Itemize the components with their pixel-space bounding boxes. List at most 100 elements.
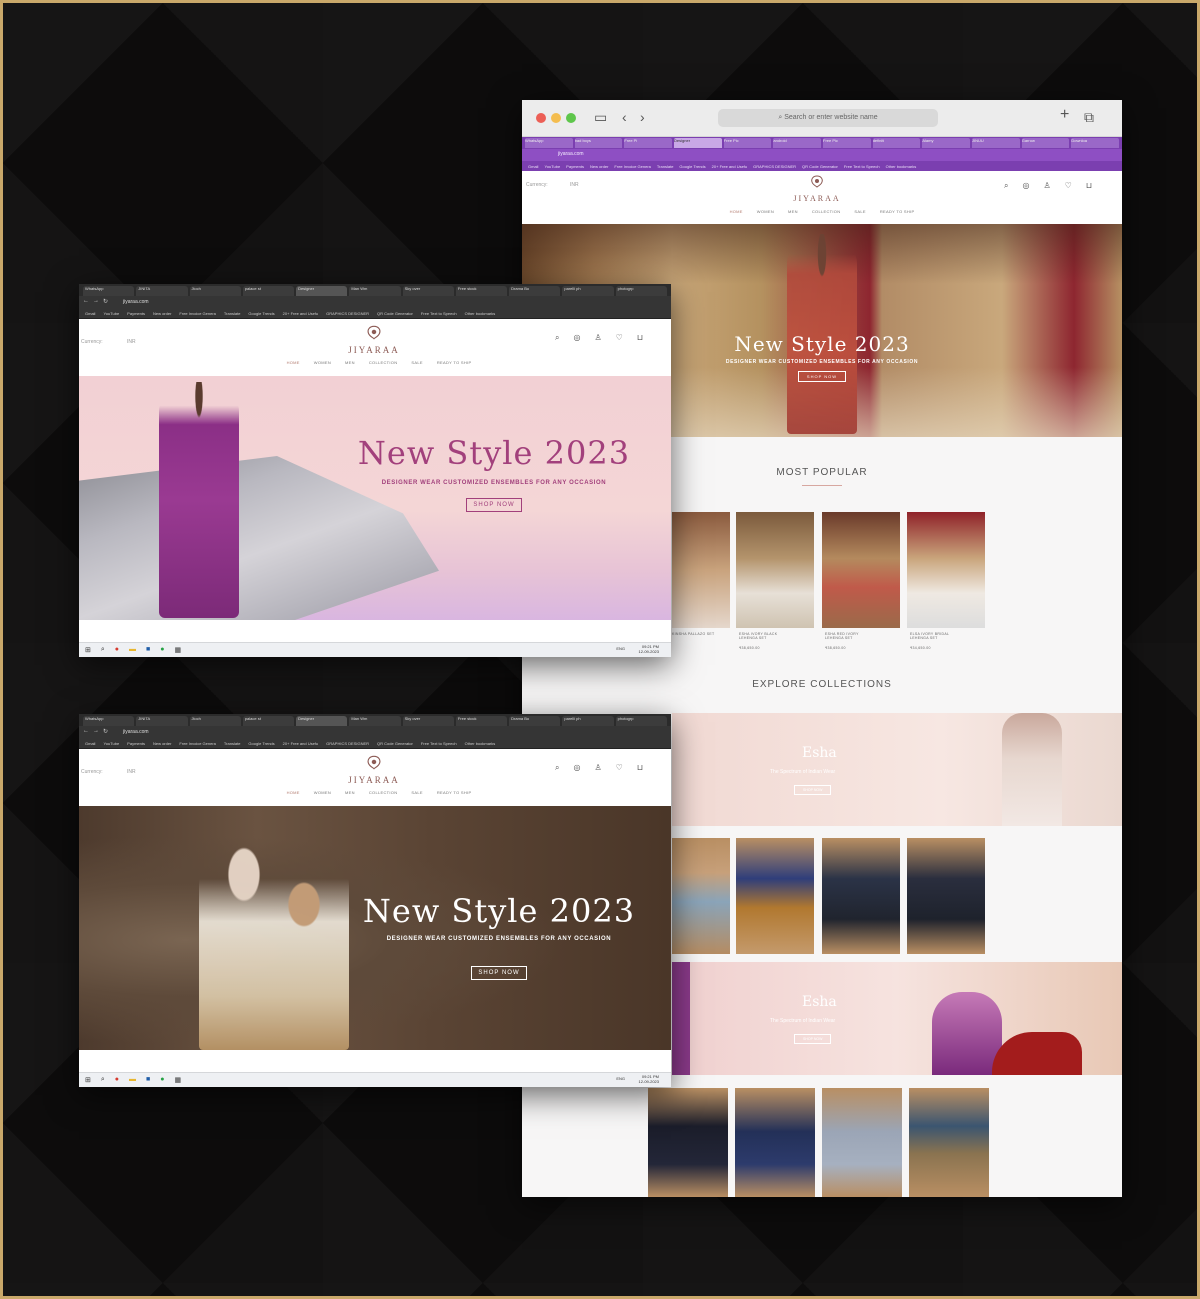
bookmark[interactable]: Translate [224,741,241,746]
reload-icon[interactable]: ↻ [103,298,108,305]
search-icon[interactable]: ⌕ [1004,181,1008,191]
account-icon[interactable]: ♙ [594,763,601,773]
bookmark[interactable]: Free Text to Speech [421,741,457,746]
taskbar-clock[interactable]: 09:21 PM 12-09-2023 [639,1074,659,1084]
tab[interactable]: Garrow [1021,138,1070,148]
chrome-icon[interactable]: ● [115,1076,119,1084]
bookmark[interactable]: New order [153,311,171,316]
wishlist-icon[interactable]: ♡ [1065,181,1072,191]
forward-arrow-icon[interactable]: › [640,109,645,125]
tab[interactable]: Sky over [402,716,454,726]
nav-sale[interactable]: SALE [411,790,422,795]
bookmark[interactable]: Free Text to Speech [421,311,457,316]
tab[interactable]: WhatsApp [83,716,135,726]
whatsapp-icon[interactable]: ● [160,646,164,654]
product-card[interactable] [907,512,985,628]
product-card[interactable] [736,512,814,628]
nav-men[interactable]: MEN [345,790,355,795]
product-name[interactable]: ELSA IVORY BRIDAL LEHENGA SET [910,632,958,640]
address-bar[interactable]: ⌕ Search or enter website name [718,109,938,127]
collection-product[interactable] [907,838,985,954]
site-logo[interactable]: JIYARAA [329,755,419,788]
tab[interactable]: Drama Bo [509,286,561,296]
folder-icon[interactable]: ▬ [129,1076,136,1084]
nav-men[interactable]: MEN [788,209,798,214]
bookmark[interactable]: Translate [224,311,241,316]
tab[interactable]: photogrp [615,286,667,296]
tab[interactable]: JINITA [136,286,188,296]
bookmark[interactable]: Translate [657,164,674,169]
bookmark[interactable]: Other bookmarks [465,311,496,316]
tab[interactable]: Jioch [189,286,241,296]
bookmark[interactable]: GRAPHICS DESIGNER [326,311,369,316]
tab[interactable]: Free stock [455,286,508,296]
maximize-window-icon[interactable] [566,113,576,123]
reload-icon[interactable]: ↻ [103,728,108,735]
address-bar[interactable]: ← → ↻ jiyaraa.com [79,296,671,308]
bookmark[interactable]: New order [153,741,171,746]
collection-product[interactable] [822,1088,902,1197]
bookmark[interactable]: Free Invoice Genera [614,164,650,169]
bookmark[interactable]: Google Trends [679,164,705,169]
collection-product[interactable] [909,1088,989,1197]
bookmark[interactable]: Gmail [528,164,538,169]
nav-home[interactable]: HOME [730,209,743,214]
bookmark[interactable]: Free Invoice Genera [179,311,215,316]
nav-women[interactable]: WOMEN [314,360,331,365]
search-icon[interactable]: ⌕ [555,333,559,343]
forward-arrow-icon[interactable]: → [93,728,99,734]
bookmark[interactable]: Google Trends [248,311,274,316]
bookmark[interactable]: Payments [566,164,584,169]
collection-banner[interactable]: Esha The Spectrum of Indian Wear SHOP NO… [672,962,1122,1075]
sidebar-icon[interactable]: ▭ [594,109,607,126]
nav-ready-to-ship[interactable]: READY TO SHIP [437,790,472,795]
nav-women[interactable]: WOMEN [314,790,331,795]
nav-sale[interactable]: SALE [854,209,865,214]
tab[interactable]: JINUU [972,138,1020,148]
bookmark[interactable]: Other bookmarks [886,164,917,169]
bookmark[interactable]: Payments [127,741,145,746]
folder-icon[interactable]: ▬ [129,646,136,654]
collection-product[interactable] [822,838,900,954]
tab[interactable]: WhatsApp [525,138,573,148]
nav-home[interactable]: HOME [287,360,300,365]
tab[interactable]: Man Wm [349,716,401,726]
tab[interactable]: definiti [872,138,921,148]
tab[interactable]: Free stock [455,716,508,726]
bookmark[interactable]: YouTube [103,741,119,746]
search-icon[interactable]: ⌕ [101,1076,105,1084]
currency-select[interactable]: INR [570,182,579,188]
nav-ready-to-ship[interactable]: READY TO SHIP [880,209,915,214]
whatsapp-icon[interactable]: ◎ [573,333,580,343]
site-logo[interactable]: JIYARAA [329,325,419,358]
wishlist-icon[interactable]: ♡ [616,333,623,343]
tab[interactable]: WhatsApp [83,286,135,296]
account-icon[interactable]: ♙ [1043,181,1050,191]
language-indicator[interactable]: ENG [616,646,625,651]
address-bar[interactable]: ← → ↻ jiyaraa.com [79,726,671,738]
start-icon[interactable]: ⊞ [85,646,91,654]
tab[interactable]: Alamy [922,138,971,148]
calculator-icon[interactable]: ▦ [175,1076,182,1084]
currency-select[interactable]: INR [127,769,136,775]
collection-product[interactable] [648,1088,728,1197]
calculator-icon[interactable]: ▦ [175,646,182,654]
search-icon[interactable]: ⌕ [555,763,559,773]
tab[interactable]: palace st [242,286,295,296]
tab[interactable]: Jioch [189,716,241,726]
language-indicator[interactable]: ENG [616,1076,625,1081]
tab[interactable]: android [773,138,822,148]
tab[interactable]: Free Pic [823,138,871,148]
bookmark[interactable]: Google Trends [248,741,274,746]
bookmark[interactable]: Other bookmarks [465,741,496,746]
photoshop-icon[interactable]: ■ [146,646,150,654]
tab[interactable]: Free Pic [723,138,772,148]
close-window-icon[interactable] [536,113,546,123]
taskbar-clock[interactable]: 09:21 PM 12-09-2023 [639,644,659,654]
shop-now-button[interactable]: SHOP NOW [797,371,847,382]
bookmark[interactable]: GRAPHICS DESIGNER [326,741,369,746]
bookmark[interactable]: YouTube [544,164,560,169]
tab[interactable]: palace st [242,716,295,726]
tab[interactable]: parelli ph [562,286,614,296]
cart-icon[interactable]: ⊔ [637,333,643,343]
